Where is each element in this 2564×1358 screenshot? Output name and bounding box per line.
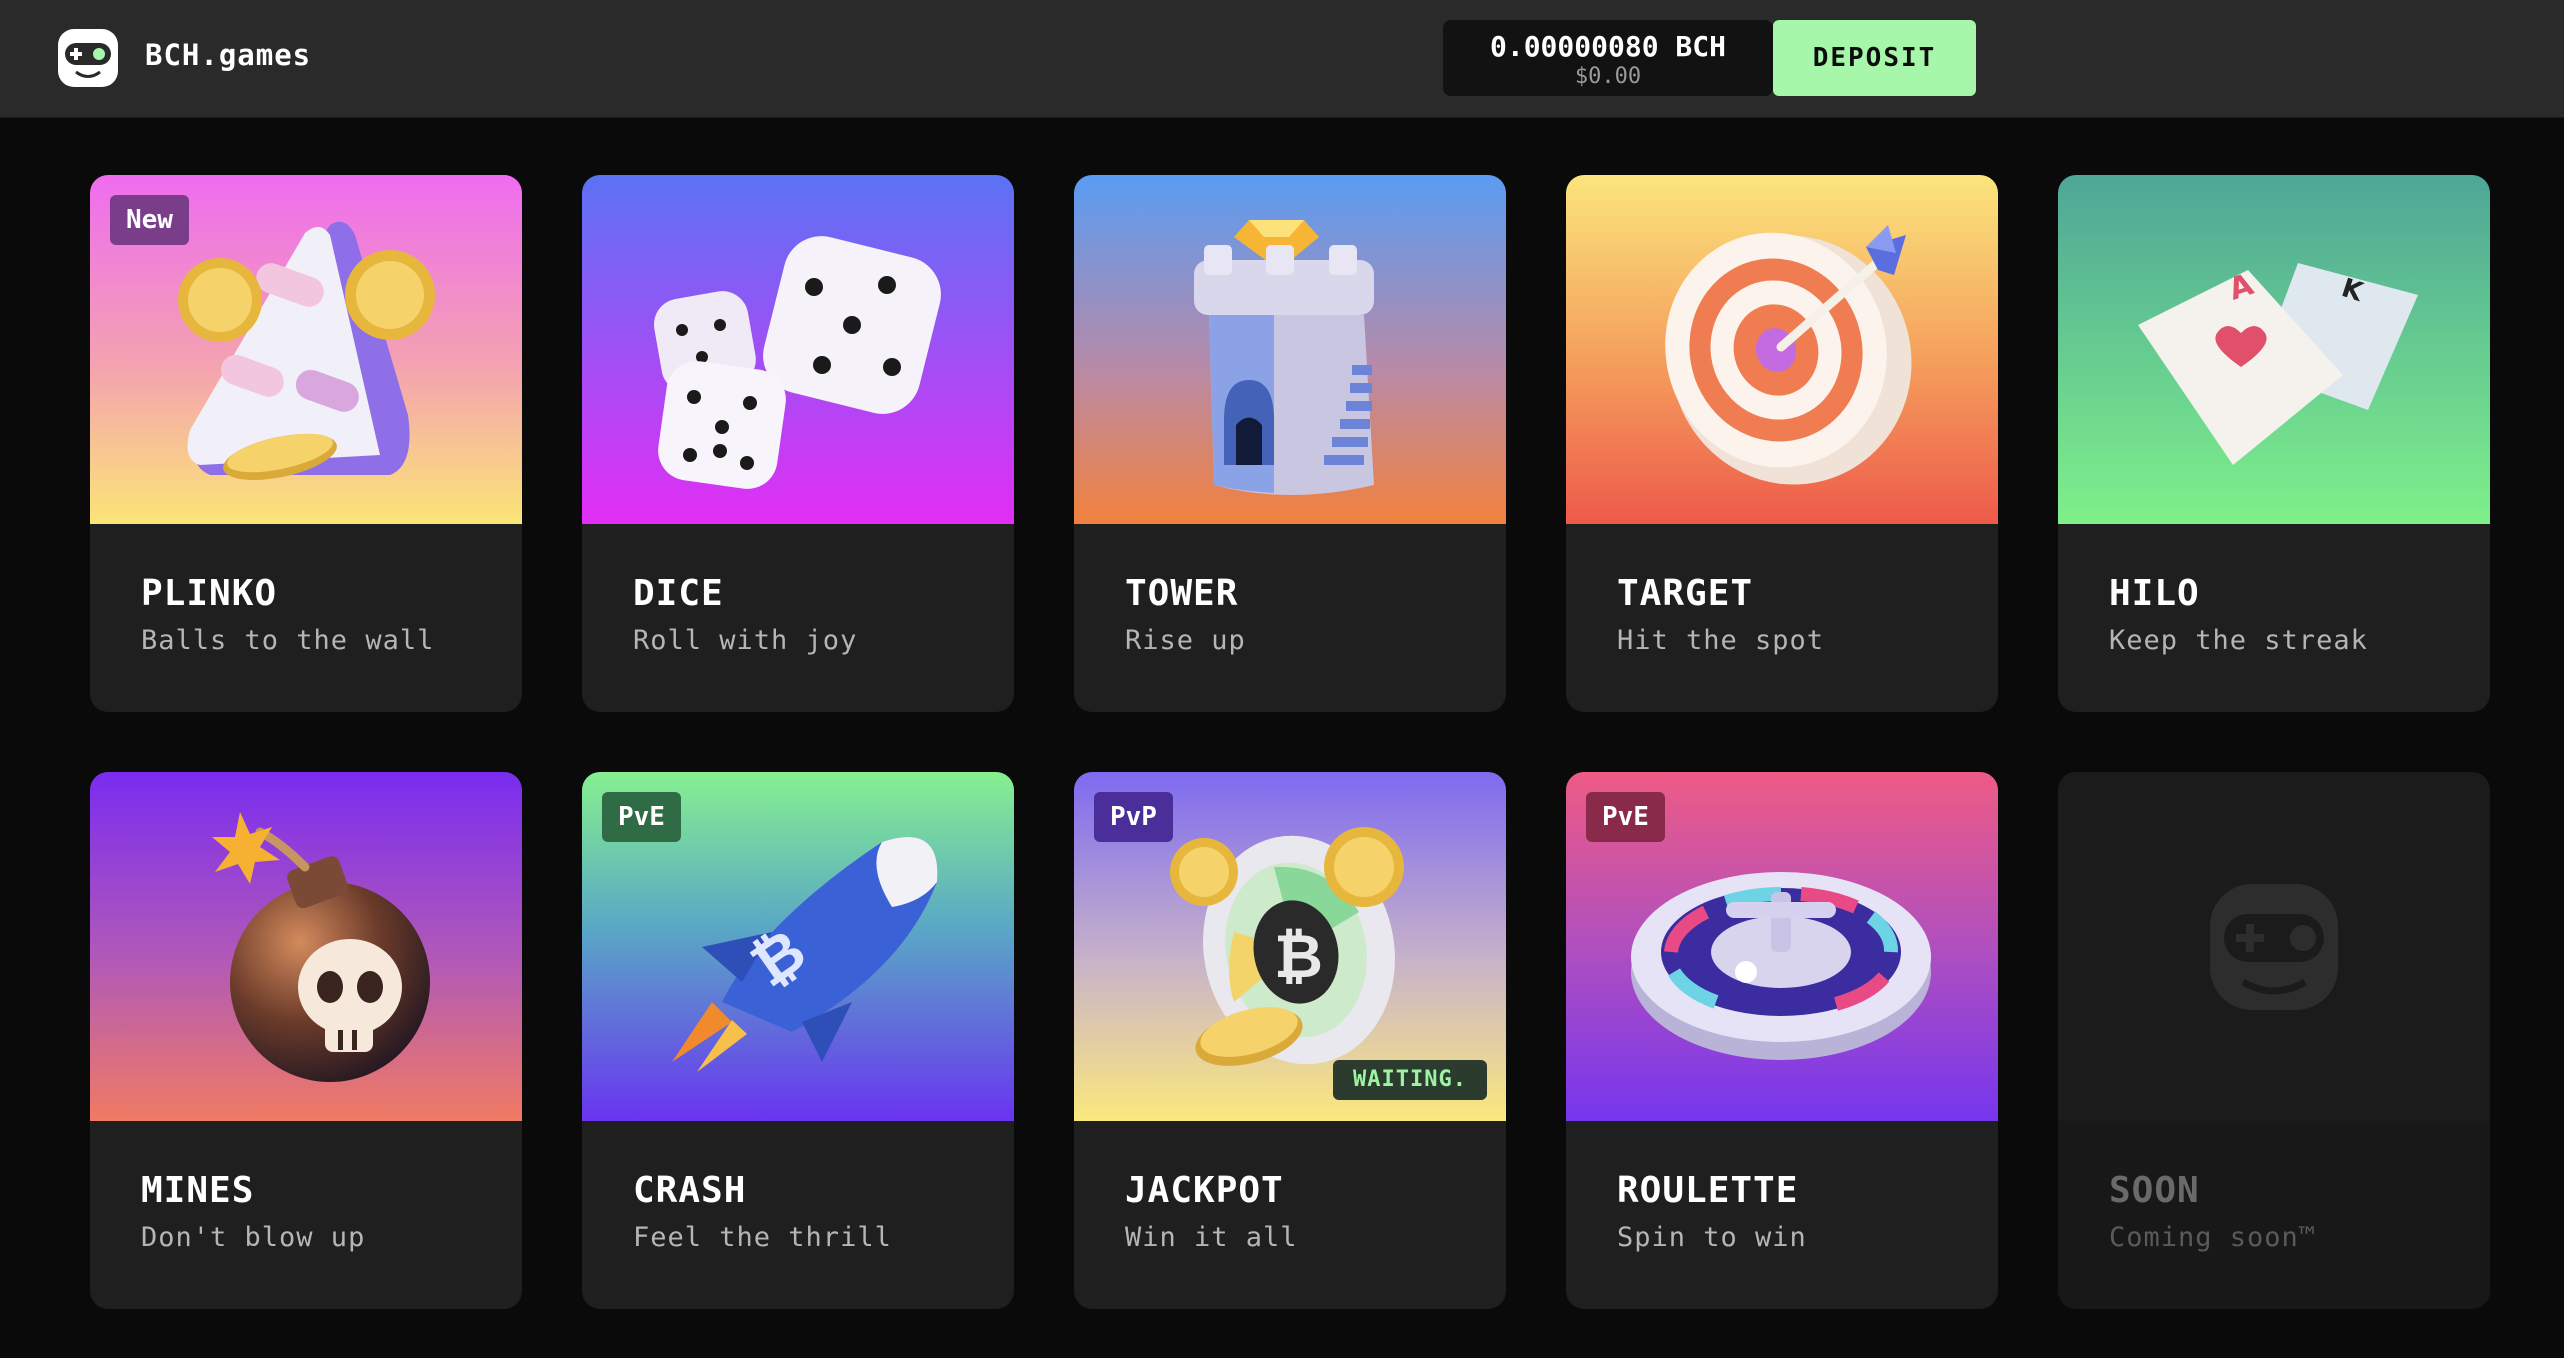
game-title: DICE	[633, 573, 724, 614]
badge-pvp: PvP	[1094, 792, 1173, 842]
svg-text:₿: ₿	[1274, 922, 1323, 992]
game-card-target[interactable]: TARGET Hit the spot	[1566, 175, 1998, 712]
mines-art	[90, 772, 522, 1121]
game-card-dice[interactable]: DICE Roll with joy	[582, 175, 1014, 712]
dice-icon	[582, 175, 1014, 524]
game-subtitle: Win it all	[1125, 1222, 1298, 1253]
game-title: SOON	[2109, 1170, 2200, 1211]
game-subtitle: Keep the streak	[2109, 625, 2368, 656]
game-card-jackpot[interactable]: ₿ PvP WAITING. JACKPOT Win it all	[1074, 772, 1506, 1309]
game-card-plinko[interactable]: New PLINKO Balls to the wall	[90, 175, 522, 712]
game-title: CRASH	[633, 1170, 747, 1211]
top-bar: BCH.games 0.00000080 BCH $0.00 DEPOSIT	[0, 0, 2564, 118]
game-subtitle: Spin to win	[1617, 1222, 1807, 1253]
balance-bch: 0.00000080 BCH	[1489, 30, 1726, 63]
dice-art	[582, 175, 1014, 524]
tower-icon	[1074, 175, 1506, 524]
game-title: PLINKO	[141, 573, 278, 614]
target-art	[1566, 175, 1998, 524]
game-subtitle: Don't blow up	[141, 1222, 366, 1253]
game-subtitle: Balls to the wall	[141, 625, 435, 656]
game-card-crash[interactable]: ₿ PvE CRASH Feel the thrill	[582, 772, 1014, 1309]
game-title: TOWER	[1125, 573, 1239, 614]
game-card-tower[interactable]: TOWER Rise up	[1074, 175, 1506, 712]
soon-art	[2058, 772, 2490, 1121]
gamepad-placeholder-icon	[2210, 884, 2338, 1010]
game-title: JACKPOT	[1125, 1170, 1284, 1211]
game-title: ROULETTE	[1617, 1170, 1799, 1211]
game-subtitle: Hit the spot	[1617, 625, 1825, 656]
bomb-icon	[90, 772, 522, 1121]
deposit-button[interactable]: DEPOSIT	[1773, 20, 1976, 96]
game-card-hilo[interactable]: K A HILO Keep the streak	[2058, 175, 2490, 712]
bch-games-logo-icon[interactable]	[58, 29, 118, 87]
badge-pve: PvE	[602, 792, 681, 842]
target-icon	[1566, 175, 1998, 524]
game-title: MINES	[141, 1170, 255, 1211]
game-subtitle: Coming soon™	[2109, 1222, 2317, 1253]
game-card-soon: SOON Coming soon™	[2058, 772, 2490, 1309]
game-card-roulette[interactable]: PvE ROULETTE Spin to win	[1566, 772, 1998, 1309]
game-title: HILO	[2109, 573, 2200, 614]
badge-new: New	[110, 195, 189, 245]
status-badge: WAITING.	[1333, 1060, 1487, 1100]
balance-usd: $0.00	[1574, 64, 1642, 89]
badge-pve: PvE	[1586, 792, 1665, 842]
tower-art	[1074, 175, 1506, 524]
game-subtitle: Feel the thrill	[633, 1222, 892, 1253]
game-subtitle: Rise up	[1125, 625, 1246, 656]
game-subtitle: Roll with joy	[633, 625, 858, 656]
brand-name[interactable]: BCH.games	[145, 38, 311, 72]
game-title: TARGET	[1617, 573, 1754, 614]
hilo-art: K A	[2058, 175, 2490, 524]
cards-icon: K A	[2058, 175, 2490, 524]
game-card-mines[interactable]: MINES Don't blow up	[90, 772, 522, 1309]
wallet-balance[interactable]: 0.00000080 BCH $0.00	[1443, 20, 1773, 96]
